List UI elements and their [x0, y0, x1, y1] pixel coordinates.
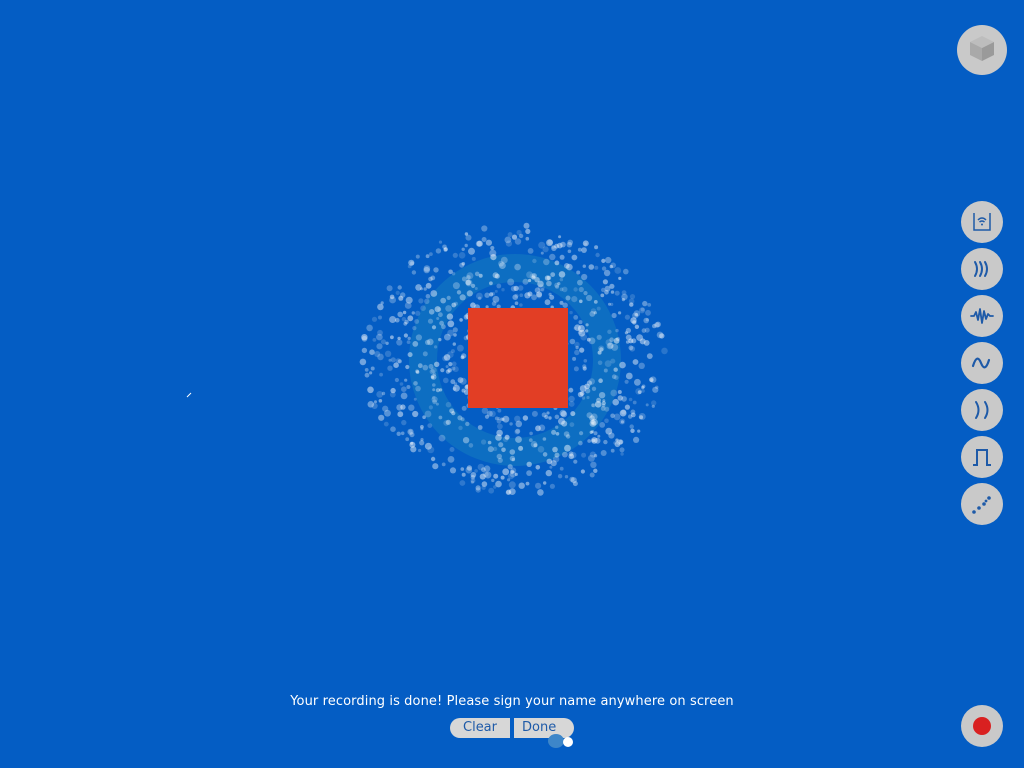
record-icon — [973, 717, 991, 735]
square-wave-icon — [970, 445, 994, 469]
record-button[interactable] — [961, 705, 1003, 747]
signature-mark — [186, 392, 192, 398]
waveform-icon — [969, 304, 995, 328]
signature-prompt: Your recording is done! Please sign your… — [290, 694, 734, 709]
tool-button-waveform[interactable] — [961, 295, 1003, 337]
touch-indicator — [548, 734, 564, 748]
tool-button-dotted-diagonal[interactable] — [961, 483, 1003, 525]
dotted-diagonal-icon — [970, 492, 994, 516]
red-square — [468, 308, 568, 408]
cube-icon — [967, 33, 997, 67]
sine-wave-icon — [970, 351, 994, 375]
wifi-box-icon — [970, 210, 994, 234]
tool-button-wifi-box[interactable] — [961, 201, 1003, 243]
cube-button[interactable] — [957, 25, 1007, 75]
tool-button-sine-wave[interactable] — [961, 342, 1003, 384]
clear-button[interactable]: Clear — [450, 718, 510, 738]
tool-button-square-wave[interactable] — [961, 436, 1003, 478]
tool-button-parentheses[interactable] — [961, 389, 1003, 431]
tool-button-sound-waves[interactable] — [961, 248, 1003, 290]
drawing-canvas[interactable]: Your recording is done! Please sign your… — [0, 0, 1024, 768]
done-button[interactable]: Done — [514, 718, 574, 738]
parentheses-icon — [970, 398, 994, 422]
touch-indicator-dot — [563, 737, 573, 747]
sound-waves-icon — [970, 257, 994, 281]
